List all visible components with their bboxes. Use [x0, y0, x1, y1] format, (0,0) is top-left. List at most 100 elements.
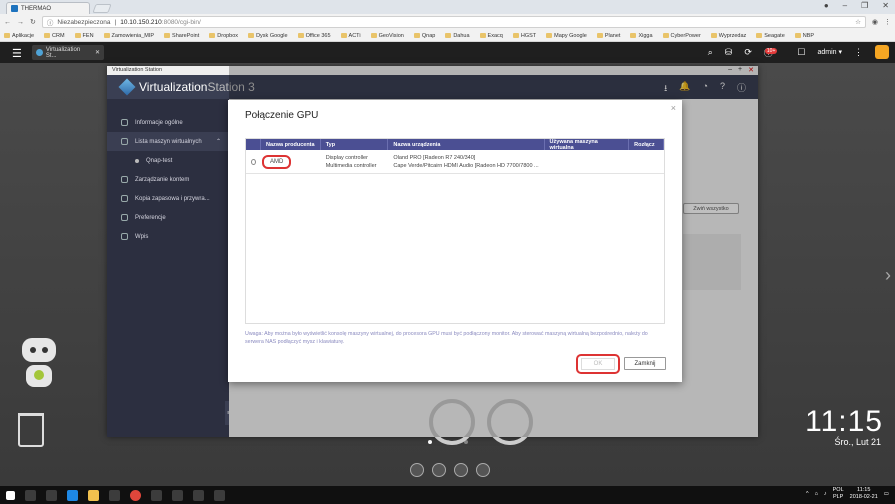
bookmark-item[interactable]: GeoVision [370, 33, 404, 39]
bookmark-item[interactable]: SharePoint [164, 33, 199, 39]
profile-icon[interactable]: ● [824, 1, 829, 10]
close-button[interactable]: Zamknij [624, 357, 666, 370]
ok-button-highlight: OK [576, 354, 620, 374]
trash-icon[interactable] [18, 413, 44, 447]
network-icon[interactable]: ⌂ [815, 491, 818, 497]
star-icon[interactable]: ☆ [855, 18, 861, 26]
nav-vm-item[interactable]: Qnap-test [107, 151, 229, 170]
action-center-icon[interactable]: ▭ [884, 491, 889, 497]
bookmark-item[interactable]: CRM [44, 33, 65, 39]
user-icon[interactable]: ☐ [797, 47, 805, 58]
nav-vm-list[interactable]: Lista maszyn wirtualnych ⌃ [107, 132, 229, 151]
menu-icon[interactable]: ⋮ [884, 18, 891, 26]
user-menu[interactable]: admin ▾ [817, 48, 842, 56]
folder-icon [164, 33, 171, 38]
app-icon[interactable] [193, 489, 204, 501]
edge-icon[interactable] [67, 489, 78, 501]
tray-clock[interactable]: 11:15 2018-02-21 [850, 487, 878, 501]
next-page-arrow-icon[interactable]: › [885, 265, 891, 286]
file-explorer-icon[interactable] [88, 489, 99, 501]
notifications-icon[interactable]: ⓘ10+ [764, 46, 786, 59]
browser-tab[interactable]: THERMAO [6, 2, 90, 14]
bookmark-item[interactable]: Office 365 [297, 33, 331, 39]
gpu-select-radio[interactable] [251, 158, 256, 165]
bookmark-item[interactable]: Dahua [445, 33, 470, 39]
chrome-icon[interactable] [130, 489, 141, 501]
url-field[interactable]: ⓘ Niezabezpieczona | 10.10.150.210:8080/… [41, 16, 866, 28]
tray-chevron-icon[interactable]: ^ [806, 491, 809, 497]
close-icon[interactable]: ✕ [882, 1, 889, 10]
folder-icon [340, 33, 347, 38]
nav-account[interactable]: Zarządzanie kontem [107, 170, 229, 189]
disconnect-cell[interactable] [629, 150, 664, 173]
search-icon[interactable]: ⌕ [708, 47, 713, 58]
app-icon[interactable] [172, 489, 183, 501]
dock-app-icon[interactable] [476, 463, 490, 477]
outlook-icon[interactable] [109, 489, 120, 501]
col-disconnect: Rozłącz [629, 139, 664, 150]
bookmark-item[interactable]: ACTi [340, 33, 361, 39]
more-icon[interactable]: ⋮ [854, 47, 863, 58]
dock-app-icon[interactable] [454, 463, 468, 477]
sync-icon[interactable]: ⟳ [744, 47, 752, 58]
dock-app-icon[interactable] [432, 463, 446, 477]
start-icon[interactable] [6, 490, 15, 500]
qnap-robot-icon[interactable] [16, 338, 62, 396]
reload-icon[interactable]: ↻ [30, 18, 36, 26]
url-host: 10.10.150.210 [120, 18, 162, 26]
qts-app-tab[interactable]: Virtualization St... ✕ [32, 45, 104, 60]
tab-close-icon[interactable]: ✕ [95, 49, 100, 56]
vendor-cell: AMD [262, 154, 292, 169]
bookmark-item[interactable]: NBP [794, 33, 814, 39]
bookmark-item[interactable]: Dysk Google [248, 33, 288, 39]
nav-overview[interactable]: Informacje ogólne [107, 113, 229, 132]
dock-app-icon[interactable] [410, 463, 424, 477]
col-vendor: Nazwa producenta [261, 139, 321, 150]
app-icon[interactable] [151, 489, 162, 501]
col-select [246, 139, 261, 150]
nav-backup[interactable]: Kopia zapasowa i przywra... [107, 189, 229, 208]
ok-button[interactable]: OK [581, 358, 615, 370]
new-tab-button[interactable] [92, 4, 112, 13]
bookmark-item[interactable]: Xigga [630, 33, 653, 39]
volume-icon[interactable]: ♪ [824, 491, 827, 497]
device-cell: Cape Verde/Pitcairn HDMI Audio [Radeon H… [393, 162, 539, 169]
bookmark-item[interactable]: Wyprzedaz [710, 33, 746, 39]
bookmark-item[interactable]: Aplikacje [4, 33, 34, 39]
minimize-icon[interactable]: – [843, 1, 847, 10]
url-insecure-label: Niezabezpieczona [57, 18, 111, 26]
bookmark-item[interactable]: Mapy Google [546, 33, 587, 39]
dashboard-icon[interactable] [875, 45, 889, 59]
tasks-icon[interactable]: ⛁ [725, 47, 733, 58]
col-type: Typ [321, 139, 389, 150]
extension-icon[interactable]: ◉ [872, 18, 878, 26]
bookmark-item[interactable]: Exacq [479, 33, 503, 39]
qfinder-icon[interactable] [214, 489, 225, 501]
nav-preferences[interactable]: Preferencje [107, 208, 229, 227]
qts-tab-label: Virtualization St... [45, 46, 81, 59]
chevron-up-icon[interactable]: ⌃ [216, 138, 221, 145]
nav-log[interactable]: Wpis [107, 227, 229, 246]
url-path: :8080/cgi-bin/ [161, 18, 201, 26]
search-icon[interactable] [25, 489, 36, 501]
back-icon[interactable]: ← [4, 19, 11, 26]
bookmark-item[interactable]: Seagate [756, 33, 785, 39]
bookmark-item[interactable]: Dropbox [209, 33, 238, 39]
bookmark-item[interactable]: Planet [596, 33, 620, 39]
tab-favicon-icon [11, 5, 18, 12]
hamburger-menu-icon[interactable]: ☰ [12, 47, 22, 60]
bookmark-item[interactable]: FEN [74, 33, 94, 39]
dialog-title: Połączenie GPU [245, 110, 319, 121]
tray-language[interactable]: POL PLP [833, 487, 844, 501]
bookmark-item[interactable]: CyberPower [662, 33, 701, 39]
bookmark-item[interactable]: Zamowienia_MIP [103, 33, 154, 39]
table-row[interactable]: AMD Display controller Multimedia contro… [246, 150, 664, 174]
folder-icon [756, 33, 763, 38]
task-view-icon[interactable] [46, 489, 57, 501]
forward-icon[interactable]: → [17, 19, 24, 26]
info-icon: ⓘ [46, 20, 54, 27]
restore-icon[interactable]: ❐ [861, 1, 868, 10]
bookmark-item[interactable]: HGST [512, 33, 536, 39]
bookmark-item[interactable]: Qnap [413, 33, 435, 39]
dialog-close-icon[interactable]: × [671, 103, 676, 113]
